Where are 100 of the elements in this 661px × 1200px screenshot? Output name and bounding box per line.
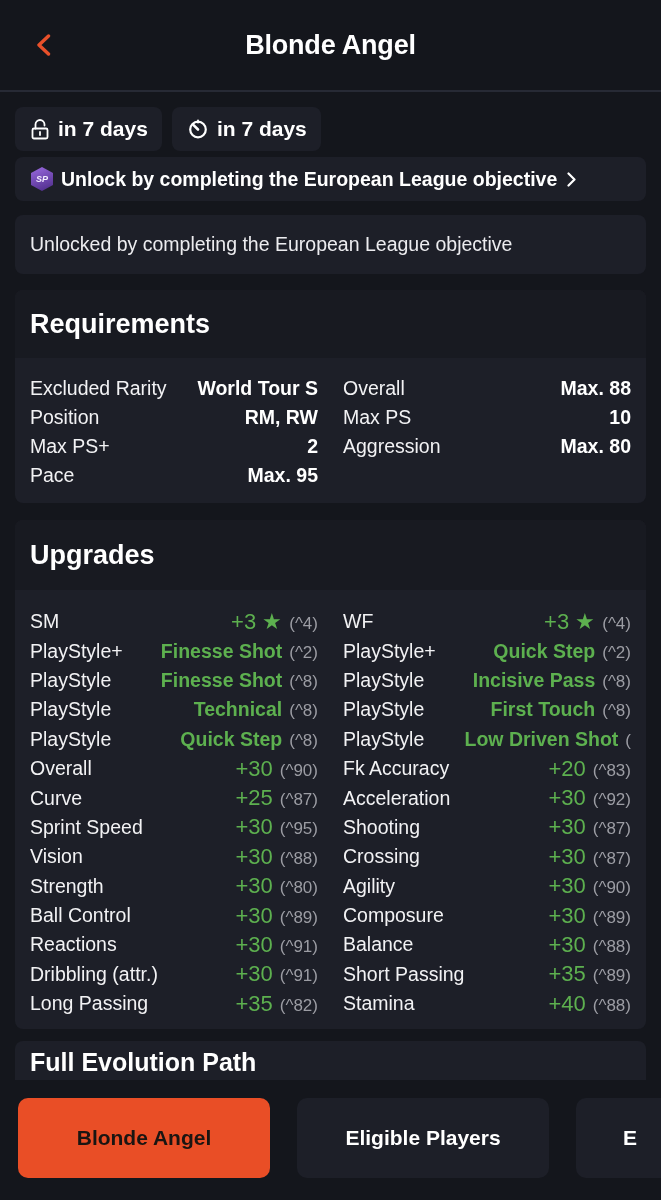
requirement-label: Max PS+ [30, 435, 110, 458]
section-title: Upgrades [30, 539, 155, 571]
upgrade-value: +30 [548, 873, 586, 900]
section-title: Requirements [30, 308, 211, 340]
upgrade-cap: (^90) [279, 760, 318, 781]
upgrade-cap: (^8) [602, 701, 631, 722]
requirement-label: Excluded Rarity [30, 377, 167, 400]
upgrade-cap: (^8) [289, 671, 318, 692]
upgrade-label: Sprint Speed [30, 815, 143, 839]
upgrade-label: PlayStyle [30, 727, 112, 751]
upgrade-label: Ball Control [30, 904, 131, 928]
upgrade-value: +3 ★ [544, 608, 596, 635]
tab-button[interactable]: E [576, 1098, 661, 1178]
upgrade-label: Vision [30, 845, 83, 869]
upgrade-label: Fk Accuracy [343, 757, 450, 781]
upgrade-label: Balance [343, 933, 414, 957]
upgrade-cap: (^95) [279, 819, 318, 840]
upgrade-cap: (^8) [289, 730, 318, 751]
upgrade-value: +30 [235, 873, 273, 900]
upgrade-label: Short Passing [343, 962, 465, 986]
upgrade-label: Acceleration [343, 786, 451, 810]
upgrade-label: PlayStyle [343, 698, 425, 722]
upgrade-cap: (^87) [592, 848, 631, 869]
upgrade-label: WF [343, 610, 374, 634]
description-text: Unlocked by completing the European League objective [30, 233, 513, 256]
upgrade-cap: (^83) [592, 760, 631, 781]
upgrade-value: Technical [193, 698, 283, 722]
requirement-label: Pace [30, 464, 75, 487]
upgrade-cap: (^8) [289, 701, 318, 722]
requirement-value: Max. 95 [247, 464, 318, 487]
upgrade-cap: ( [625, 730, 631, 751]
upgrade-label: Reactions [30, 933, 117, 957]
upgrade-cap: (^91) [279, 937, 318, 957]
upgrade-value: Quick Step [493, 639, 596, 663]
upgrade-label: Overall [30, 757, 92, 781]
requirement-value: World Tour S [197, 377, 318, 400]
upgrade-value: Low Driven Shot [464, 727, 619, 751]
upgrade-value: +30 [235, 843, 273, 870]
upgrade-value: +20 [548, 755, 586, 782]
upgrade-cap: (^2) [289, 642, 318, 663]
upgrade-value: +30 [548, 814, 586, 841]
upgrade-label: Composure [343, 904, 444, 928]
back-button[interactable] [36, 34, 51, 56]
upgrade-value: +30 [235, 932, 273, 958]
requirement-value: 10 [609, 406, 631, 429]
timer-icon [187, 119, 208, 139]
upgrade-label: PlayStyle [30, 668, 112, 692]
upgrade-cap: (^89) [592, 907, 631, 928]
upgrade-cap: (^89) [592, 966, 631, 987]
requirement-value: 2 [307, 435, 318, 458]
requirement-value: Max. 88 [560, 377, 631, 400]
upgrade-label: PlayStyle [343, 668, 425, 692]
upgrade-value: Incisive Pass [472, 668, 596, 692]
sp-badge: SP [31, 167, 53, 191]
upgrade-cap: (^2) [602, 642, 631, 663]
upgrade-value: +3 ★ [231, 608, 283, 635]
objective-link[interactable]: SP Unlock by completing the European League objective [15, 157, 646, 201]
upgrade-value: +30 [548, 785, 586, 812]
upgrade-label: Strength [30, 874, 104, 898]
upgrade-value: +35 [235, 990, 273, 1017]
requirement-label: Overall [343, 377, 405, 400]
upgrade-label: Long Passing [30, 992, 149, 1016]
chevron-right-icon [567, 171, 577, 187]
upgrade-cap: (^88) [592, 995, 631, 1016]
upgrade-cap: (^4) [602, 613, 631, 634]
section-title: Full Evolution Path [30, 1047, 258, 1078]
upgrade-value: +25 [235, 785, 273, 812]
upgrade-value: First Touch [490, 698, 596, 722]
requirement-label: Position [30, 406, 100, 429]
upgrade-label: PlayStyle+ [30, 639, 123, 663]
upgrade-cap: (^82) [279, 995, 318, 1016]
tab-button[interactable]: Blonde Angel [18, 1098, 270, 1178]
upgrade-cap: (^88) [279, 848, 318, 869]
upgrade-label: Crossing [343, 845, 420, 869]
upgrade-value: +35 [548, 961, 586, 988]
upgrade-value: +30 [235, 902, 273, 929]
upgrade-cap: (^87) [279, 790, 318, 811]
upgrade-value: Finesse Shot [160, 668, 283, 692]
tab-button[interactable]: Eligible Players [297, 1098, 549, 1178]
upgrade-value: +30 [235, 961, 273, 988]
upgrade-label: Stamina [343, 992, 415, 1016]
upgrade-value: Finesse Shot [160, 639, 283, 663]
upgrade-value: +30 [235, 755, 273, 782]
upgrade-value: Quick Step [180, 727, 283, 751]
upgrade-cap: (^92) [592, 790, 631, 811]
upgrade-label: Shooting [343, 815, 420, 839]
upgrade-label: PlayStyle [30, 698, 112, 722]
upgrade-value: +30 [548, 932, 586, 958]
page-title: Blonde Angel [244, 29, 417, 61]
upgrade-cap: (^87) [592, 819, 631, 840]
back-icon [36, 34, 51, 56]
upgrade-label: Agility [343, 874, 396, 898]
upgrade-label: SM [30, 610, 60, 634]
upgrade-cap: (^91) [279, 966, 318, 987]
chip-label: in 7 days [216, 117, 307, 141]
upgrade-label: Curve [30, 786, 83, 810]
upgrade-value: +30 [235, 814, 273, 841]
upgrade-value: +40 [548, 990, 586, 1017]
requirement-label: Max PS [343, 406, 412, 429]
requirement-label: Aggression [343, 435, 441, 458]
